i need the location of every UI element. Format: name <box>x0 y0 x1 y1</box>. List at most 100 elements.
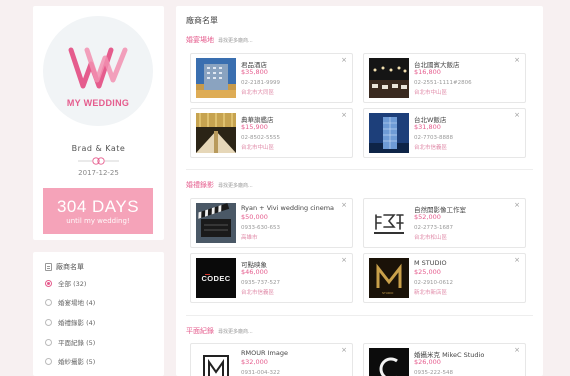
vendor-card[interactable]: 自然開影像工作室 $52,000 02-2773-1687 台北市松山區 × <box>363 198 526 248</box>
vendor-card[interactable]: CODEC 可點映象 $46,000 0935-737-527 台北市信義區 × <box>190 253 353 303</box>
find-more-link[interactable]: 尋找更多廠商... <box>218 328 253 335</box>
vendor-phone: 02-7703-8888 <box>414 135 453 141</box>
vendor-card[interactable]: 台北國賓大飯店 $16,800 02-2551-1111#2806 台北市中山區… <box>363 53 526 103</box>
close-icon[interactable]: × <box>514 57 520 64</box>
wedding-logo-mark-icon <box>68 47 128 89</box>
section-title: 婚禮錄影 <box>186 181 214 189</box>
vendor-phone: 02-2773-1687 <box>414 225 453 231</box>
logo-text: MY WEDDING <box>66 98 130 108</box>
vendor-address: 台北市中山區 <box>241 145 275 151</box>
hotel-building-photo-icon <box>196 58 236 98</box>
vendor-address: 台北市信義區 <box>241 290 275 296</box>
vendor-price: $46,000 <box>241 268 268 276</box>
studio-logo-icon <box>369 203 409 243</box>
filter-option-venue[interactable]: 婚宴場地 (4) <box>45 297 95 307</box>
section-header-venue: 婚宴場地 尋找更多廠商... <box>186 35 253 45</box>
vendor-address: 新北市新店區 <box>414 290 448 296</box>
wedding-logo: MY WEDDING <box>43 16 153 126</box>
vendor-phone: 0933-630-653 <box>241 225 280 231</box>
vendor-name: RMOUR Image <box>241 349 288 357</box>
tower-photo-icon <box>369 113 409 153</box>
radio-icon[interactable] <box>45 338 52 346</box>
close-icon[interactable]: × <box>341 257 347 264</box>
vendor-price: $32,000 <box>241 358 268 366</box>
filter-title-label: 廠商名單 <box>56 263 84 271</box>
wedding-date: 2017-12-25 <box>78 169 119 177</box>
section-header-video: 婚禮錄影 尋找更多廠商... <box>186 180 253 190</box>
vendor-address: 台北市大同區 <box>241 90 275 96</box>
countdown-days: 304 DAYS <box>56 197 140 216</box>
filter-option-label: 平面紀錄 (5) <box>58 339 96 347</box>
filter-option-video[interactable]: 婚禮錄影 (4) <box>45 317 95 327</box>
vendor-price: $31,800 <box>414 123 441 131</box>
svg-text:CODEC: CODEC <box>201 274 230 283</box>
find-more-link[interactable]: 尋找更多廠商... <box>218 182 253 189</box>
close-icon[interactable]: × <box>514 202 520 209</box>
vendor-card[interactable]: Ryan + Vivi wedding cinema $50,000 0933-… <box>190 198 353 248</box>
vendor-name: Ryan + Vivi wedding cinema <box>241 204 335 212</box>
section-divider <box>186 169 533 170</box>
rings-ornament-icon <box>78 157 119 165</box>
filter-option-all[interactable]: 全部 (32) <box>45 278 86 288</box>
vendor-price: $35,800 <box>241 68 268 76</box>
vendor-card[interactable]: 婚攝米克 MikeC Studio $26,000 0935-222-548 × <box>363 343 526 376</box>
close-icon[interactable]: × <box>341 57 347 64</box>
banquet-hall-photo-icon <box>369 58 409 98</box>
close-icon[interactable]: × <box>514 257 520 264</box>
vendor-card[interactable]: STUDIO M STUDIO $25,000 02-2910-0612 新北市… <box>363 253 526 303</box>
vendor-price: $26,000 <box>414 358 441 366</box>
page-title: 廠商名單 <box>186 16 218 25</box>
vendor-phone: 02-2181-9999 <box>241 80 280 86</box>
ballroom-photo-icon <box>196 113 236 153</box>
rmour-logo-icon <box>196 348 236 376</box>
close-icon[interactable]: × <box>341 202 347 209</box>
vendor-price: $50,000 <box>241 213 268 221</box>
filter-option-bridal-photo[interactable]: 婚紗攝影 (5) <box>45 356 95 366</box>
close-icon[interactable]: × <box>341 112 347 119</box>
close-icon[interactable]: × <box>514 112 520 119</box>
profile-card: MY WEDDING Brad & Kate 2017-12-25 304 DA… <box>33 6 164 240</box>
film-clapper-photo-icon <box>196 203 236 243</box>
list-icon <box>45 263 52 271</box>
vendor-address: 高雄市 <box>241 235 258 241</box>
close-icon[interactable]: × <box>341 347 347 354</box>
vendor-phone: 02-8502-5555 <box>241 135 280 141</box>
filter-option-photo-record[interactable]: 平面紀錄 (5) <box>45 337 95 347</box>
section-header-photo-record: 平面紀錄 尋找更多廠商... <box>186 326 253 336</box>
close-icon[interactable]: × <box>514 347 520 354</box>
filter-option-label: 全部 (32) <box>58 280 87 288</box>
vendor-phone: 0935-737-527 <box>241 280 280 286</box>
vendor-card[interactable]: 典華旗艦店 $15,900 02-8502-5555 台北市中山區 × <box>190 108 353 158</box>
section-title: 婚宴場地 <box>186 36 214 44</box>
mikec-logo-icon <box>369 348 409 376</box>
section-title: 平面紀錄 <box>186 327 214 335</box>
filter-option-label: 婚禮錄影 (4) <box>58 319 96 327</box>
vendor-phone: 0931-004-322 <box>241 370 280 376</box>
vendor-price: $15,900 <box>241 123 268 131</box>
vendor-list-panel: 廠商名單 婚宴場地 尋找更多廠商... 君品酒店 $35,800 02-2181… <box>176 6 543 376</box>
vendor-phone: 02-2910-0612 <box>414 280 453 286</box>
filter-option-label: 婚宴場地 (4) <box>58 299 96 307</box>
radio-icon[interactable] <box>45 298 52 306</box>
vendor-name: M STUDIO <box>414 259 447 267</box>
countdown-banner: 304 DAYS until my wedding! <box>43 188 153 234</box>
filter-card: 廠商名單 全部 (32) 婚宴場地 (4) 婚禮錄影 (4) 平面紀錄 (5) … <box>33 252 164 376</box>
countdown-subtitle: until my wedding! <box>66 217 130 225</box>
vendor-phone: 02-2551-1111#2806 <box>414 80 472 86</box>
codec-logo-icon: CODEC <box>196 258 236 298</box>
section-divider <box>186 315 533 316</box>
vendor-address: 台北市松山區 <box>414 235 448 241</box>
vendor-card[interactable]: 台北W飯店 $31,800 02-7703-8888 台北市信義區 × <box>363 108 526 158</box>
vendor-address: 台北市中山區 <box>414 90 448 96</box>
vendor-price: $16,800 <box>414 68 441 76</box>
find-more-link[interactable]: 尋找更多廠商... <box>218 37 253 44</box>
radio-icon[interactable] <box>45 318 52 326</box>
vendor-phone: 0935-222-548 <box>414 370 453 376</box>
radio-icon[interactable] <box>45 357 52 365</box>
radio-checked-icon[interactable] <box>45 279 52 287</box>
vendor-price: $25,000 <box>414 268 441 276</box>
filter-option-label: 婚紗攝影 (5) <box>58 358 96 366</box>
vendor-card[interactable]: 君品酒店 $35,800 02-2181-9999 台北市大同區 × <box>190 53 353 103</box>
filter-title: 廠商名單 <box>45 262 84 272</box>
vendor-card[interactable]: RMOUR Image $32,000 0931-004-322 × <box>190 343 353 376</box>
